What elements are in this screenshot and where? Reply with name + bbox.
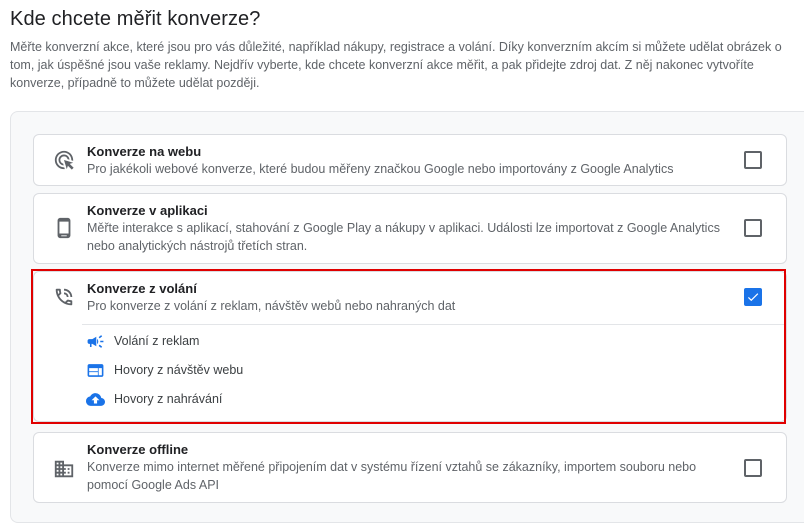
building-icon [52, 457, 76, 481]
cloud-upload-icon [86, 392, 105, 406]
option-offline-conversions[interactable]: Konverze offline Konverze mimo internet … [33, 432, 787, 503]
sub-item-label: Hovory z návštěv webu [114, 363, 244, 377]
web-icon [87, 363, 104, 377]
sub-item-calls-from-website[interactable]: Hovory z návštěv webu [86, 360, 243, 380]
option-title: Konverze na webu [87, 144, 202, 159]
sub-item-label: Volání z reklam [114, 334, 200, 348]
divider [82, 324, 786, 325]
option-description: Konverze mimo internet měřené připojením… [87, 460, 697, 492]
page-description: Měřte konverzní akce, které jsou pro vás… [10, 40, 782, 90]
megaphone-icon [87, 334, 104, 348]
option-app-conversions[interactable]: Konverze v aplikaci Měřte interakce s ap… [33, 193, 787, 264]
option-title: Konverze v aplikaci [87, 203, 208, 218]
offline-conversions-checkbox[interactable] [744, 459, 762, 477]
option-description: Pro jakékoli webové konverze, které budo… [87, 162, 674, 176]
phone-call-icon [52, 285, 76, 309]
phone-device-icon [52, 216, 76, 240]
option-title: Konverze z volání [87, 281, 197, 296]
page-title: Kde chcete měřit konverze? [10, 8, 261, 30]
option-description: Pro konverze z volání z reklam, návštěv … [87, 299, 456, 313]
sub-item-calls-from-upload[interactable]: Hovory z nahrávání [86, 389, 222, 409]
option-web-conversions[interactable]: Konverze na webu Pro jakékoli webové kon… [33, 134, 787, 186]
app-conversions-checkbox[interactable] [744, 219, 762, 237]
call-conversions-checkbox[interactable] [744, 288, 762, 306]
web-conversions-checkbox[interactable] [744, 151, 762, 169]
option-title: Konverze offline [87, 442, 189, 457]
cursor-click-icon [52, 148, 76, 172]
option-description: Měřte interakce s aplikací, stahování z … [87, 221, 720, 253]
option-call-conversions[interactable]: Konverze z volání Pro konverze z volání … [33, 271, 787, 422]
checkmark-icon [747, 293, 759, 302]
sub-item-label: Hovory z nahrávání [114, 392, 223, 406]
sub-item-calls-from-ads[interactable]: Volání z reklam [86, 331, 199, 351]
